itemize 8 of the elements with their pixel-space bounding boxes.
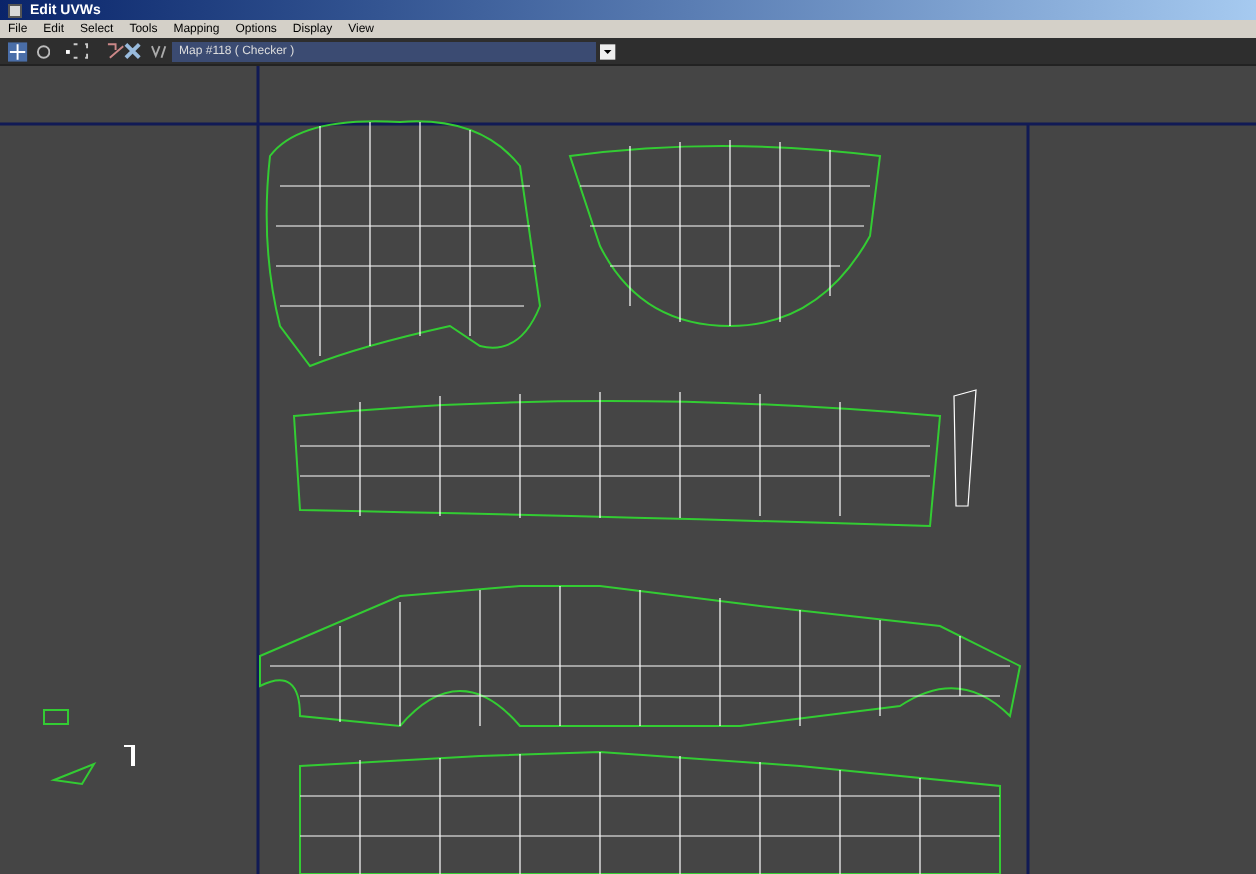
scale-tool-icon[interactable] xyxy=(66,42,90,60)
uv-icon[interactable] xyxy=(149,42,168,60)
checker-icon[interactable] xyxy=(124,42,142,60)
app-icon xyxy=(8,3,22,17)
move-tool-icon[interactable] xyxy=(8,41,28,61)
dropdown-arrow-icon[interactable] xyxy=(600,43,617,59)
rotate-tool-icon[interactable] xyxy=(35,43,51,59)
freeform-tool-icon[interactable] xyxy=(105,42,125,60)
